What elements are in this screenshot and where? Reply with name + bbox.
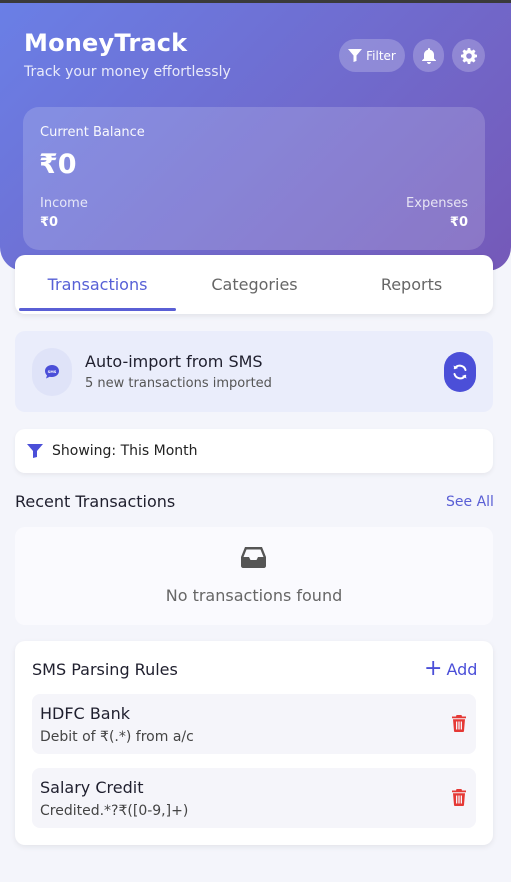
bell-icon bbox=[421, 47, 436, 64]
tab-categories[interactable]: Categories bbox=[176, 255, 333, 314]
rule-name: Salary Credit bbox=[40, 778, 144, 797]
plus-icon: + bbox=[424, 656, 443, 681]
see-all-link[interactable]: See All bbox=[446, 494, 494, 510]
trash-icon[interactable] bbox=[452, 715, 466, 732]
expenses-value: ₹0 bbox=[449, 215, 468, 230]
filter-button[interactable]: Filter bbox=[339, 39, 405, 72]
date-filter-label: Showing: This Month bbox=[52, 443, 198, 459]
app-header: MoneyTrack Track your money effortlessly… bbox=[0, 3, 511, 271]
tab-reports[interactable]: Reports bbox=[333, 255, 490, 314]
sync-button[interactable] bbox=[444, 352, 476, 392]
sms-import-title: Auto-import from SMS bbox=[85, 352, 263, 371]
sms-icon-text: SMS bbox=[48, 370, 57, 374]
rule-name: HDFC Bank bbox=[40, 704, 130, 723]
settings-button[interactable] bbox=[452, 39, 485, 72]
rule-item[interactable]: Salary Credit Credited.*?₹([0-9,]+) bbox=[32, 768, 476, 828]
income-value: ₹0 bbox=[40, 215, 59, 230]
sms-import-subtitle: 5 new transactions imported bbox=[85, 376, 272, 391]
rule-pattern: Debit of ₹(.*) from a/c bbox=[40, 729, 194, 745]
add-rule-button[interactable]: + Add bbox=[424, 658, 477, 680]
empty-state-text: No transactions found bbox=[165, 586, 343, 605]
balance-label: Current Balance bbox=[40, 125, 145, 140]
trash-icon[interactable] bbox=[452, 789, 466, 806]
gear-icon bbox=[460, 47, 477, 64]
app-subtitle: Track your money effortlessly bbox=[24, 64, 231, 80]
sms-import-card: SMS Auto-import from SMS 5 new transacti… bbox=[15, 331, 493, 412]
filter-icon bbox=[348, 49, 363, 62]
sync-icon bbox=[453, 364, 467, 380]
sms-parsing-rules-card: SMS Parsing Rules + Add HDFC Bank Debit … bbox=[15, 641, 493, 845]
sms-icon: SMS bbox=[32, 348, 72, 396]
active-tab-indicator bbox=[19, 308, 176, 311]
tab-transactions[interactable]: Transactions bbox=[19, 255, 176, 314]
rules-title: SMS Parsing Rules bbox=[32, 660, 178, 679]
income-label: Income bbox=[40, 196, 88, 211]
date-filter-status[interactable]: Showing: This Month bbox=[15, 429, 493, 473]
balance-value: ₹0 bbox=[39, 149, 77, 180]
rule-item[interactable]: HDFC Bank Debit of ₹(.*) from a/c bbox=[32, 694, 476, 754]
filter-button-label: Filter bbox=[366, 48, 396, 63]
balance-card: Current Balance ₹0 Income ₹0 Expenses ₹0 bbox=[23, 107, 485, 250]
recent-transactions-title: Recent Transactions bbox=[15, 492, 176, 511]
app-title: MoneyTrack bbox=[24, 29, 188, 57]
inbox-icon bbox=[241, 547, 266, 568]
main-tabs: Transactions Categories Reports bbox=[15, 255, 493, 314]
rule-pattern: Credited.*?₹([0-9,]+) bbox=[40, 803, 189, 819]
transactions-empty-state: No transactions found bbox=[15, 527, 493, 625]
notifications-button[interactable] bbox=[413, 39, 444, 72]
expenses-label: Expenses bbox=[406, 196, 468, 211]
add-rule-label: Add bbox=[446, 659, 478, 679]
filter-icon bbox=[27, 444, 43, 458]
